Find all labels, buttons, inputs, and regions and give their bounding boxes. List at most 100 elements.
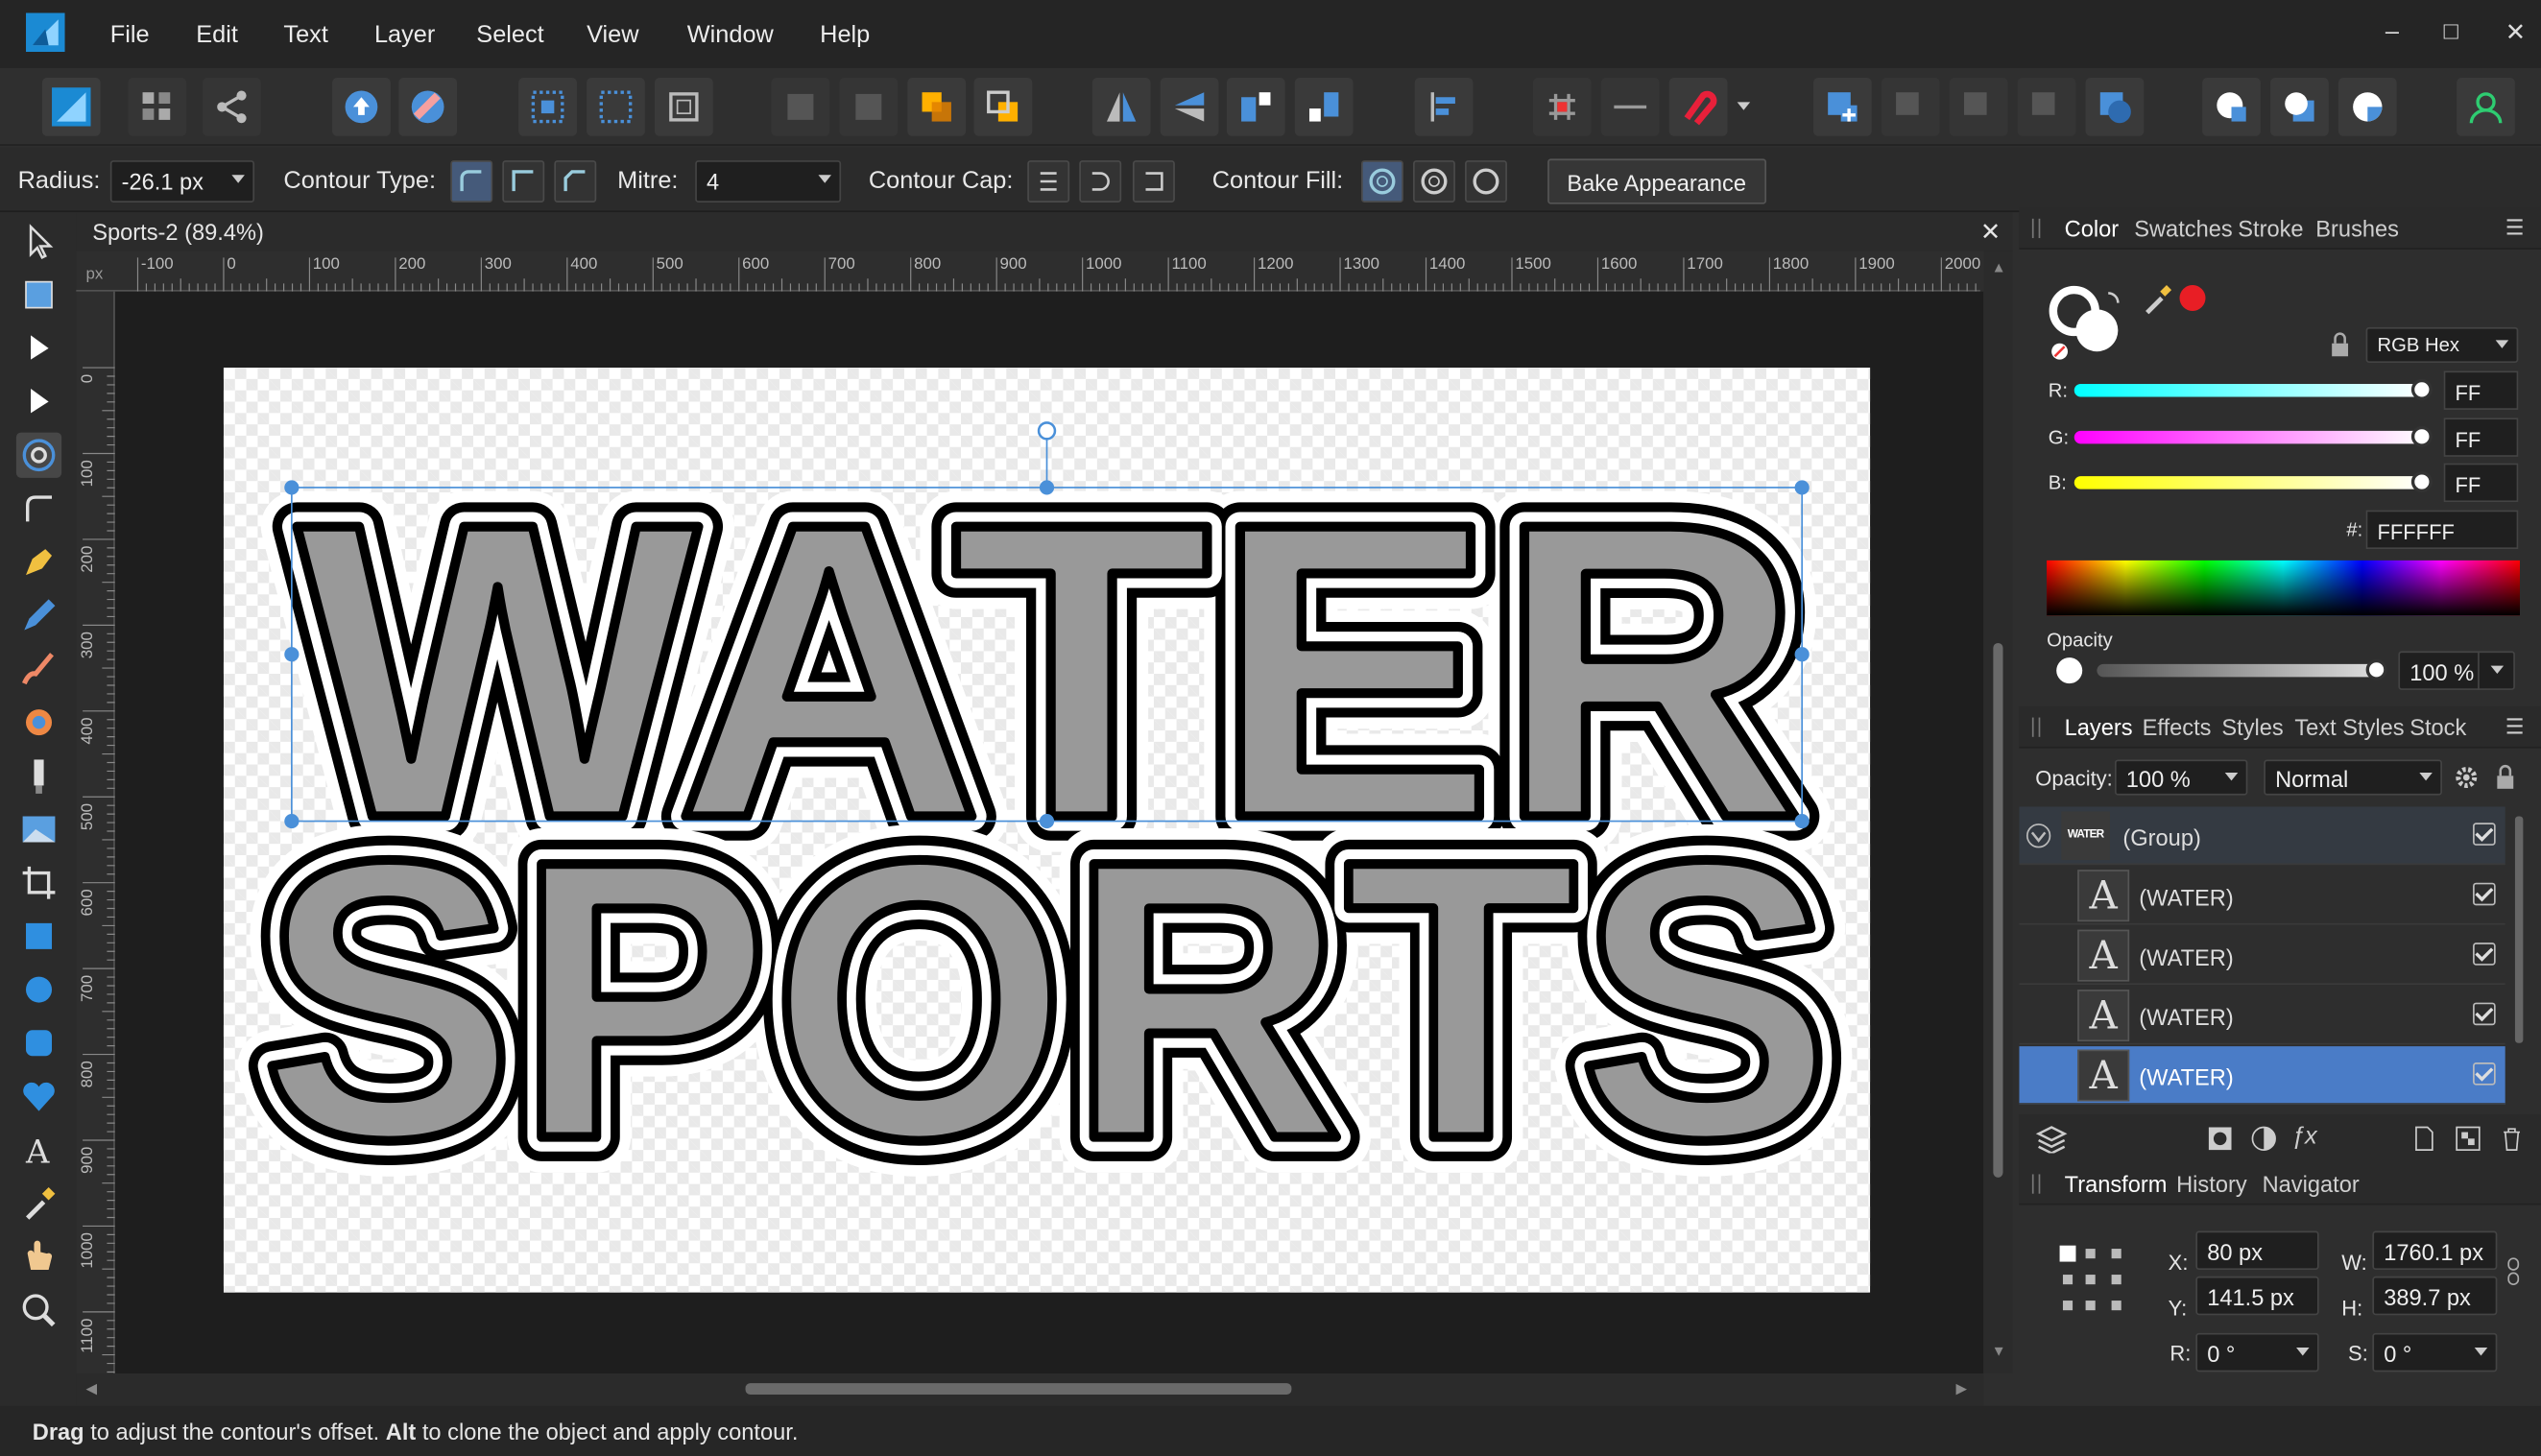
rounded-rectangle-tool-icon[interactable] xyxy=(16,1020,61,1065)
group-visibility-checkbox[interactable] xyxy=(2473,823,2496,846)
document-tab[interactable]: Sports-2 (89.4%) ✕ xyxy=(76,212,2013,251)
tab-swatches[interactable]: Swatches xyxy=(2134,215,2232,241)
layers-scroll-thumb[interactable] xyxy=(2514,816,2524,1043)
tab-history[interactable]: History xyxy=(2176,1171,2247,1197)
boolean-add-icon[interactable] xyxy=(1812,78,1872,136)
close-document-icon[interactable]: ✕ xyxy=(1980,217,2001,247)
color-model-select[interactable]: RGB Hex xyxy=(2365,326,2519,363)
heart-shape-tool-icon[interactable] xyxy=(16,1074,61,1119)
vertical-scrollbar[interactable]: ▲ ▼ xyxy=(1983,251,2013,1373)
b-slider-knob[interactable] xyxy=(2410,471,2433,492)
layer-visibility-checkbox[interactable] xyxy=(2473,1062,2496,1086)
flip-horizontal-icon[interactable] xyxy=(1091,78,1151,136)
move-front-icon[interactable] xyxy=(973,78,1033,136)
layers-menu-icon[interactable]: ☰ xyxy=(2505,714,2525,740)
scroll-down-icon[interactable]: ▼ xyxy=(1992,1343,2006,1359)
point-transform-tool-icon[interactable] xyxy=(16,379,61,424)
layer-row[interactable]: A (WATER) xyxy=(2019,987,2505,1045)
sync-icon[interactable] xyxy=(332,78,391,136)
maximize-button[interactable]: □ xyxy=(2444,18,2458,46)
tab-stroke[interactable]: Stroke xyxy=(2238,215,2303,241)
tab-brushes[interactable]: Brushes xyxy=(2315,215,2399,241)
menu-select[interactable]: Select xyxy=(476,21,543,49)
insert-behind-icon[interactable] xyxy=(2270,78,2329,136)
pen-tool-icon[interactable] xyxy=(16,539,61,585)
color-spectrum[interactable] xyxy=(2047,560,2520,616)
snapping-dropdown-icon[interactable] xyxy=(1737,102,1751,110)
layer-settings-gear-icon[interactable] xyxy=(2454,765,2480,791)
node-tool-icon[interactable] xyxy=(16,325,61,370)
contour-type-round-button[interactable] xyxy=(450,160,493,203)
affinity-logo-icon[interactable] xyxy=(26,12,65,52)
crop-tool-icon[interactable] xyxy=(16,860,61,905)
fill-stroke-selector-icon[interactable] xyxy=(2047,280,2127,361)
tab-navigator[interactable]: Navigator xyxy=(2263,1171,2360,1197)
expand-chevron-icon[interactable] xyxy=(2026,823,2051,848)
insert-top-icon[interactable] xyxy=(2337,78,2397,136)
contour-type-miter-button[interactable] xyxy=(502,160,545,203)
contour-tool-icon[interactable] xyxy=(15,432,62,478)
rotate-left-icon[interactable] xyxy=(1226,78,1285,136)
add-layer-icon[interactable] xyxy=(2411,1126,2437,1152)
menu-layer[interactable]: Layer xyxy=(374,21,435,49)
artboard[interactable]: WATER WATER WATER WATER SPORTS SPORTS SP… xyxy=(223,368,1871,1293)
layers-stack-icon[interactable] xyxy=(2035,1124,2068,1154)
menu-text[interactable]: Text xyxy=(283,21,327,49)
boolean-subtract-icon[interactable] xyxy=(1881,78,1940,136)
view-tool-icon[interactable] xyxy=(16,1234,61,1279)
layer-visibility-checkbox[interactable] xyxy=(2473,1002,2496,1026)
g-value-field[interactable]: FF xyxy=(2443,418,2519,457)
scroll-up-icon[interactable]: ▲ xyxy=(1992,259,2006,275)
zoom-tool-icon[interactable] xyxy=(16,1288,61,1333)
color-picker-tool-icon[interactable] xyxy=(16,1181,61,1226)
tab-layers[interactable]: Layers xyxy=(2065,714,2133,740)
artboard-tool-icon[interactable] xyxy=(16,273,61,318)
vertical-scroll-thumb[interactable] xyxy=(1993,642,2003,1178)
pixel-persona-icon[interactable] xyxy=(128,78,187,136)
shear-field[interactable]: 0 ° xyxy=(2372,1332,2498,1372)
rotation-handle[interactable] xyxy=(1037,421,1057,441)
move-back-icon[interactable] xyxy=(771,78,830,136)
menu-edit[interactable]: Edit xyxy=(196,21,238,49)
layer-row[interactable]: A (WATER) xyxy=(2019,926,2505,985)
r-slider-knob[interactable] xyxy=(2410,378,2433,400)
designer-persona-icon[interactable] xyxy=(41,78,101,136)
link-aspect-icon[interactable] xyxy=(2505,1257,2522,1286)
layer-row-group[interactable]: WATER (Group) xyxy=(2019,806,2505,866)
corner-tool-icon[interactable] xyxy=(16,486,61,531)
snap-to-grid-icon[interactable] xyxy=(518,78,577,136)
menu-window[interactable]: Window xyxy=(687,21,774,49)
lock-icon[interactable] xyxy=(2327,332,2353,358)
assistant-icon[interactable] xyxy=(398,78,458,136)
b-value-field[interactable]: FF xyxy=(2443,463,2519,503)
contour-cap-butt-button[interactable] xyxy=(1027,160,1070,203)
rotation-field[interactable]: 0 ° xyxy=(2195,1332,2319,1372)
g-slider[interactable] xyxy=(2074,430,2425,444)
y-field[interactable]: 141.5 px xyxy=(2195,1276,2319,1316)
export-persona-icon[interactable] xyxy=(203,78,261,136)
g-slider-knob[interactable] xyxy=(2410,425,2433,447)
panel-menu-icon[interactable]: ☰ xyxy=(2505,215,2525,241)
eyedropper-icon[interactable] xyxy=(2141,282,2173,315)
place-image-tool-icon[interactable] xyxy=(16,806,61,851)
horizontal-scroll-thumb[interactable] xyxy=(745,1383,1292,1395)
h-field[interactable]: 389.7 px xyxy=(2372,1276,2498,1316)
scroll-left-icon[interactable]: ◀ xyxy=(85,1380,97,1398)
bake-appearance-button[interactable]: Bake Appearance xyxy=(1547,158,1766,204)
vector-brush-tool-icon[interactable] xyxy=(16,646,61,691)
contour-fill-both-button[interactable] xyxy=(1413,160,1455,203)
boolean-intersect-icon[interactable] xyxy=(1949,78,2008,136)
artistic-text-tool-icon[interactable]: A xyxy=(16,1128,61,1173)
contour-cap-round-button[interactable] xyxy=(1079,160,1122,203)
r-slider[interactable] xyxy=(2074,383,2425,397)
close-button[interactable]: ✕ xyxy=(2505,18,2526,47)
layer-visibility-checkbox[interactable] xyxy=(2473,882,2496,906)
move-tool-icon[interactable] xyxy=(16,219,61,264)
delete-layer-icon[interactable] xyxy=(2499,1126,2525,1152)
adjustment-icon[interactable] xyxy=(2251,1126,2277,1152)
fx-icon[interactable]: ƒx xyxy=(2291,1122,2317,1150)
w-field[interactable]: 1760.1 px xyxy=(2372,1230,2498,1270)
blend-mode-select[interactable]: Normal xyxy=(2264,759,2442,796)
boolean-divide-icon[interactable] xyxy=(2085,78,2145,136)
tab-text-styles[interactable]: Text Styles xyxy=(2294,714,2404,740)
